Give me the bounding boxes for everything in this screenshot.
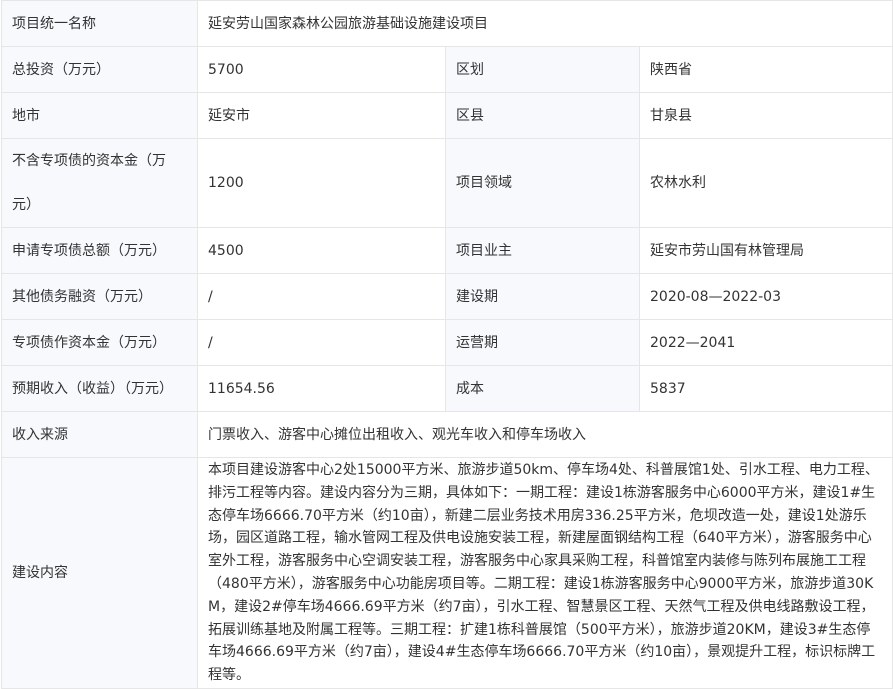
total-investment-value: 5700 — [197, 46, 446, 93]
row-capital: 不含专项债的资本金（万元） 1200 项目领域 农林水利 — [1, 138, 893, 228]
cost-label: 成本 — [445, 365, 640, 412]
project-info-table: 项目统一名称 延安劳山国家森林公园旅游基础设施建设项目 总投资（万元） 5700… — [1, 0, 893, 689]
project-field-label: 项目领域 — [445, 138, 640, 228]
row-total-investment: 总投资（万元） 5700 区划 陕西省 — [1, 46, 893, 93]
row-other-debt: 其他债务融资（万元） / 建设期 2020-08—2022-03 — [1, 273, 893, 320]
special-bond-label: 申请专项债总额（万元） — [1, 227, 198, 274]
project-field-value: 农林水利 — [638, 138, 893, 228]
row-income: 预期收入（收益）（万元） 11654.56 成本 5837 — [1, 365, 893, 412]
other-debt-label: 其他债务融资（万元） — [1, 273, 198, 320]
capital-label: 不含专项债的资本金（万元） — [1, 138, 198, 228]
row-special-bond: 申请专项债总额（万元） 4500 项目业主 延安市劳山国有林管理局 — [1, 227, 893, 274]
row-bond-capital: 专项债作资本金（万元） / 运营期 2022—2041 — [1, 319, 893, 366]
project-owner-label: 项目业主 — [445, 227, 640, 274]
construction-period-value: 2020-08—2022-03 — [638, 273, 893, 320]
operation-period-label: 运营期 — [445, 319, 640, 366]
project-owner-value: 延安市劳山国有林管理局 — [638, 227, 893, 274]
county-label: 区县 — [445, 92, 640, 139]
content-label: 建设内容 — [1, 457, 198, 689]
income-value: 11654.56 — [197, 365, 446, 412]
total-investment-label: 总投资（万元） — [1, 46, 198, 93]
row-content: 建设内容 本项目建设游客中心2处15000平方米、旅游步道50km、停车场4处、… — [1, 457, 893, 689]
project-name-label: 项目统一名称 — [1, 0, 198, 47]
row-city: 地市 延安市 区县 甘泉县 — [1, 92, 893, 139]
operation-period-value: 2022—2041 — [638, 319, 893, 366]
city-value: 延安市 — [197, 92, 446, 139]
content-value: 本项目建设游客中心2处15000平方米、旅游步道50km、停车场4处、科普展馆1… — [196, 457, 893, 689]
special-bond-value: 4500 — [197, 227, 446, 274]
income-label: 预期收入（收益）（万元） — [1, 365, 198, 412]
city-label: 地市 — [1, 92, 198, 139]
bond-capital-label: 专项债作资本金（万元） — [1, 319, 198, 366]
row-project-name: 项目统一名称 延安劳山国家森林公园旅游基础设施建设项目 — [1, 0, 893, 47]
region-label: 区划 — [445, 46, 640, 93]
capital-value: 1200 — [197, 138, 446, 228]
project-name-value: 延安劳山国家森林公园旅游基础设施建设项目 — [196, 0, 893, 47]
construction-period-label: 建设期 — [445, 273, 640, 320]
income-source-value: 门票收入、游客中心摊位出租收入、观光车收入和停车场收入 — [196, 411, 893, 458]
other-debt-value: / — [197, 273, 446, 320]
income-source-label: 收入来源 — [1, 411, 198, 458]
bond-capital-value: / — [197, 319, 446, 366]
county-value: 甘泉县 — [638, 92, 893, 139]
cost-value: 5837 — [638, 365, 893, 412]
row-income-source: 收入来源 门票收入、游客中心摊位出租收入、观光车收入和停车场收入 — [1, 411, 893, 458]
region-value: 陕西省 — [638, 46, 893, 93]
